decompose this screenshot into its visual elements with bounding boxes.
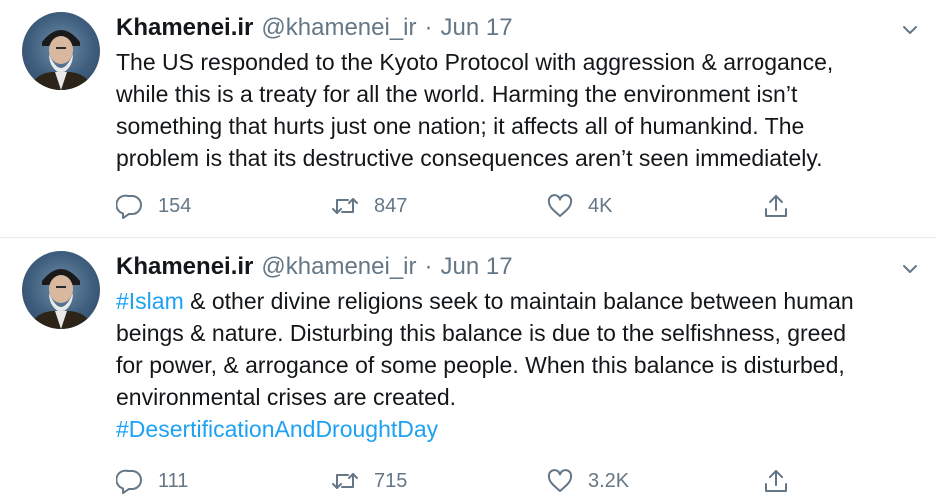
reply-button[interactable]: 154 <box>116 189 191 223</box>
tweet-text-line: The US responded to the Kyoto Protocol w… <box>116 49 834 75</box>
tweet-date[interactable]: Jun 17 <box>441 251 513 283</box>
tweet-actions: 154 847 4K <box>116 189 806 223</box>
retweet-icon <box>332 473 358 489</box>
tweet-text-line: #DesertificationAndDroughtDay <box>116 413 924 445</box>
tweet[interactable]: Khamenei.ir @khamenei_ir · Jun 17 The US… <box>0 0 936 238</box>
tweet-text: The US responded to the Kyoto Protocol w… <box>116 46 924 174</box>
author-name[interactable]: Khamenei.ir <box>116 251 253 283</box>
share-button[interactable] <box>762 464 790 498</box>
reply-count: 154 <box>158 194 192 217</box>
avatar-portrait-icon <box>30 269 92 329</box>
author-handle[interactable]: @khamenei_ir <box>261 251 416 283</box>
retweet-button[interactable]: 847 <box>330 189 407 223</box>
separator-dot: · <box>424 253 433 280</box>
more-options-button[interactable] <box>898 257 922 281</box>
tweet-actions: 111 715 3.2K <box>116 464 806 498</box>
chevron-down-icon <box>903 265 917 273</box>
more-options-button[interactable] <box>898 18 922 42</box>
tweet[interactable]: Khamenei.ir @khamenei_ir · Jun 17 #Islam… <box>0 239 936 500</box>
tweet-text-line: for power, & arrogance of some people. W… <box>116 352 845 378</box>
retweet-count: 715 <box>374 469 408 492</box>
tweet-divider <box>0 237 936 238</box>
tweet-text-line: environmental crises are created. <box>116 384 457 410</box>
share-button[interactable] <box>762 189 790 223</box>
tweet-text-line: beings & nature. Disturbing this balance… <box>116 320 847 346</box>
tweet-text-segment: & other divine religions seek to maintai… <box>183 288 854 314</box>
tweet-feed: Khamenei.ir @khamenei_ir · Jun 17 The US… <box>0 0 936 500</box>
like-count: 3.2K <box>588 469 630 492</box>
like-count: 4K <box>588 194 613 217</box>
tweet-text-line: problem is that its destructive conseque… <box>116 145 823 171</box>
heart-icon <box>547 194 573 217</box>
retweet-count: 847 <box>374 194 408 217</box>
like-button[interactable]: 3.2K <box>546 464 629 498</box>
reply-count: 111 <box>158 469 189 492</box>
reply-icon <box>116 194 142 219</box>
reply-button[interactable]: 111 <box>116 464 188 498</box>
reply-icon <box>116 469 142 494</box>
hashtag-link[interactable]: #DesertificationAndDroughtDay <box>116 416 438 442</box>
tweet-text-line: #Islam & other divine religions seek to … <box>116 285 924 317</box>
hashtag-link[interactable]: #Islam <box>116 288 184 314</box>
avatar[interactable] <box>22 12 100 90</box>
heart-icon <box>547 469 573 492</box>
tweet-text: #Islam & other divine religions seek to … <box>116 285 924 445</box>
tweet-text-line: while this is a treaty for all the world… <box>116 81 798 107</box>
share-icon <box>765 195 787 217</box>
avatar[interactable] <box>22 251 100 329</box>
tweet-text-line: something that hurts just one nation; it… <box>116 113 805 139</box>
share-icon <box>765 470 787 492</box>
avatar-portrait-icon <box>30 30 92 90</box>
retweet-button[interactable]: 715 <box>330 464 407 498</box>
retweet-icon <box>332 198 358 214</box>
tweet-header: Khamenei.ir @khamenei_ir · Jun 17 <box>116 251 513 283</box>
separator-dot: · <box>424 14 433 41</box>
author-name[interactable]: Khamenei.ir <box>116 12 253 44</box>
author-handle[interactable]: @khamenei_ir <box>261 12 416 44</box>
chevron-down-icon <box>903 26 917 34</box>
tweet-header: Khamenei.ir @khamenei_ir · Jun 17 <box>116 12 513 44</box>
tweet-date[interactable]: Jun 17 <box>441 12 513 44</box>
like-button[interactable]: 4K <box>546 189 612 223</box>
